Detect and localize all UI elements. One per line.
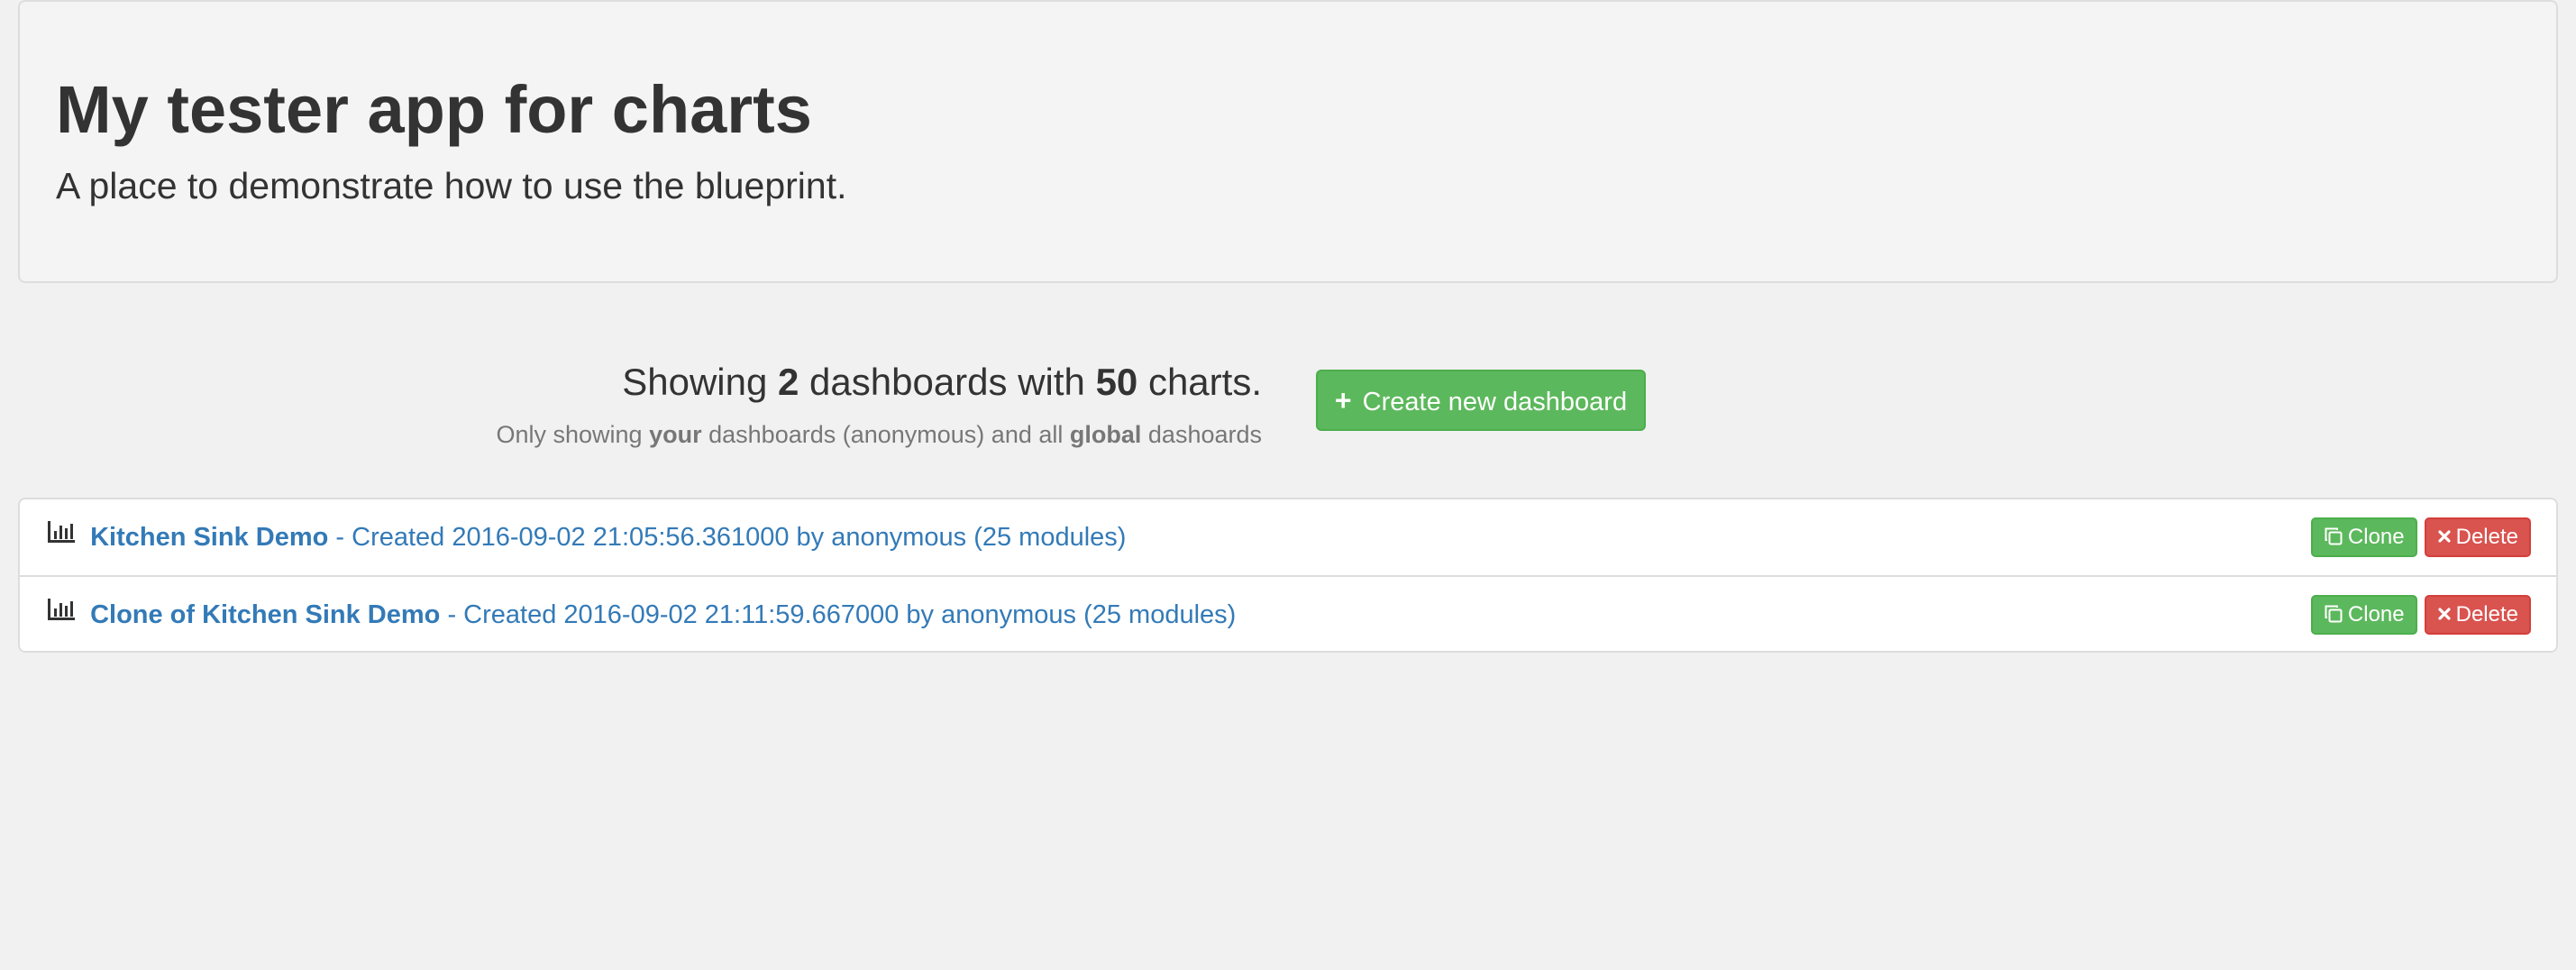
summary-line: Showing 2 dashboards with 50 charts. (496, 357, 1262, 407)
clone-label: Clone (2347, 602, 2405, 627)
dashboard-actions: Clone Delete (2310, 595, 2531, 635)
dashboard-name: Clone of Kitchen Sink Demo (90, 600, 441, 629)
summary-middle: dashboards with (809, 361, 1085, 403)
bar-chart-icon (47, 498, 76, 573)
dashboard-actions: Clone Delete (2310, 517, 2531, 557)
summary-suffix: charts. (1147, 361, 1262, 403)
note-middle: dashboards (anonymous) and all (708, 421, 1064, 448)
summary-note: Only showing your dashboards (anonymous)… (496, 416, 1262, 453)
close-icon (2438, 608, 2451, 620)
delete-button[interactable]: Delete (2424, 517, 2531, 557)
create-dashboard-label: Create new dashboard (1362, 388, 1628, 416)
note-bold-global: global (1069, 421, 1142, 448)
clone-label: Clone (2347, 525, 2405, 549)
clone-button[interactable]: Clone (2310, 595, 2417, 635)
jumbotron-header: My tester app for charts A place to demo… (18, 0, 2558, 283)
plus-icon: + (1334, 384, 1352, 416)
note-bold-your: your (649, 421, 702, 448)
chart-count: 50 (1095, 361, 1138, 403)
dashboard-meta: - Created 2016-09-02 21:05:56.361000 by … (335, 523, 1127, 552)
close-icon (2438, 530, 2451, 543)
page-subtitle: A place to demonstrate how to use the bl… (56, 165, 847, 206)
note-suffix: dashoards (1147, 421, 1262, 448)
list-item: Clone of Kitchen Sink Demo - Created 201… (20, 575, 2556, 651)
dashboard-name: Kitchen Sink Demo (90, 523, 329, 552)
note-prefix: Only showing (496, 421, 643, 448)
clone-button[interactable]: Clone (2310, 517, 2417, 557)
dashboard-count: 2 (778, 361, 799, 403)
dashboard-link[interactable]: Kitchen Sink Demo - Created 2016-09-02 2… (47, 499, 1126, 575)
summary-prefix: Showing (622, 361, 768, 403)
copy-icon (2325, 605, 2343, 623)
delete-label: Delete (2455, 602, 2518, 627)
list-item: Kitchen Sink Demo - Created 2016-09-02 2… (20, 499, 2556, 575)
dashboard-meta: - Created 2016-09-02 21:11:59.667000 by … (447, 600, 1237, 629)
page-title: My tester app for charts (56, 72, 812, 147)
copy-icon (2325, 527, 2343, 545)
dashboard-list: Kitchen Sink Demo - Created 2016-09-02 2… (18, 498, 2558, 653)
dashboard-link[interactable]: Clone of Kitchen Sink Demo - Created 201… (47, 577, 1236, 653)
delete-button[interactable]: Delete (2424, 595, 2531, 635)
delete-label: Delete (2455, 525, 2518, 549)
dashboard-summary: Showing 2 dashboards with 50 charts. Onl… (496, 357, 1262, 453)
bar-chart-icon (47, 575, 76, 651)
create-dashboard-button[interactable]: + Create new dashboard (1316, 370, 1646, 431)
